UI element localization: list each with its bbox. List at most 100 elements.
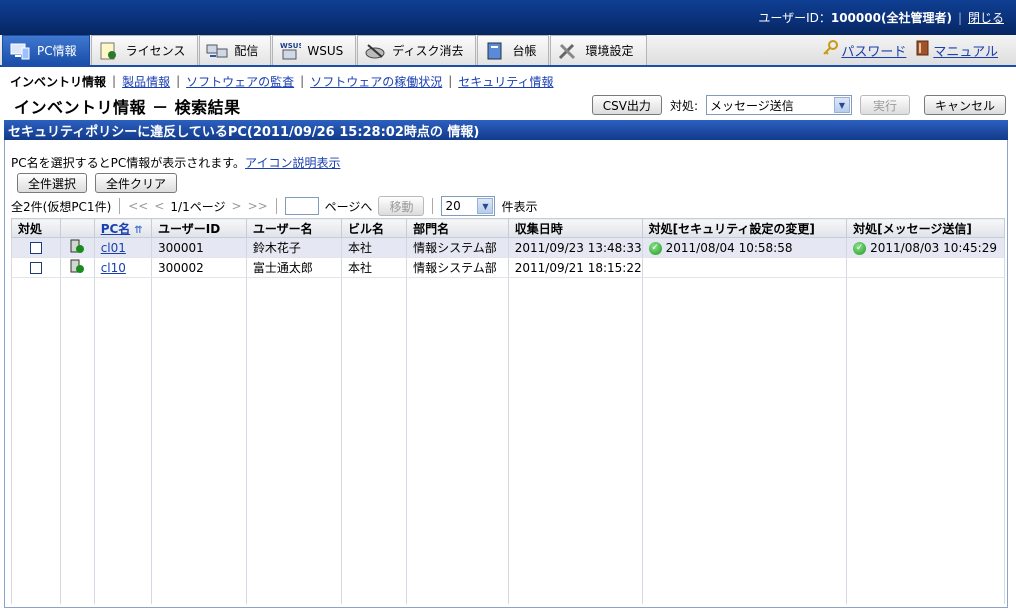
table-row: cl10 300002 富士通太郎 本社 情報システム部 2011/09/21 …: [10, 257, 1005, 278]
subnav-separator: |: [176, 74, 181, 88]
icon-legend-link[interactable]: アイコン説明表示: [245, 156, 340, 170]
tab-label: 配信: [234, 44, 259, 58]
user-id-value: 100000(全社管理者): [830, 11, 952, 25]
tab-distribution[interactable]: 配信: [199, 35, 272, 65]
manual-link-wrap: マニュアル: [916, 40, 998, 60]
key-icon: [822, 40, 839, 60]
pager-separator: [275, 198, 277, 214]
tab-pc-info[interactable]: PC情報: [2, 35, 90, 65]
col-building: ビル名: [341, 218, 408, 238]
tab-disk-erase[interactable]: ディスク消去: [357, 35, 477, 65]
tab-label: WSUS: [307, 43, 344, 58]
goto-page-button[interactable]: 移動: [378, 196, 425, 216]
filler-cell: [10, 277, 62, 604]
distribution-icon: [206, 41, 228, 61]
bulk-actions: 全件選択 全件クリア: [17, 173, 178, 193]
clear-all-button[interactable]: 全件クリア: [95, 173, 178, 193]
password-link[interactable]: パスワード: [841, 41, 906, 60]
settings-tools-icon: [557, 41, 579, 61]
subnav-security-info[interactable]: セキュリティ情報: [458, 73, 553, 90]
filler-cell: [641, 277, 848, 604]
filler-cell: [341, 277, 408, 604]
message-sent-date: 2011/08/03 10:45:29: [870, 240, 997, 255]
building-cell: 本社: [341, 237, 408, 258]
select-all-button[interactable]: 全件選択: [17, 173, 88, 193]
action-select[interactable]: メッセージ送信 ▼: [705, 95, 852, 115]
pc-status-icon: [69, 259, 85, 277]
subnav-software-audit[interactable]: ソフトウェアの監査: [186, 73, 294, 90]
tab-label: 環境設定: [585, 44, 634, 58]
first-page-icon[interactable]: <<: [128, 199, 148, 213]
user-id-label: ユーザーID：: [758, 11, 831, 25]
results-table: 対処 PC名 ⇈ ユーザーID ユーザー名 ビル名 部門名 収集日時 対処[セキュ…: [10, 218, 1005, 604]
security-change-cell: [641, 257, 848, 278]
message-sent-cell: [846, 257, 1005, 278]
collected-at-cell: 2011/09/21 18:15:22: [507, 257, 643, 278]
table-row: cl01 300001 鈴木花子 本社 情報システム部 2011/09/23 1…: [10, 237, 1005, 258]
subnav-separator: |: [300, 74, 305, 88]
per-page-label: 件表示: [501, 199, 538, 214]
manual-link[interactable]: マニュアル: [933, 41, 998, 60]
department-cell: 情報システム部: [406, 257, 509, 278]
sort-pc-name-link[interactable]: PC名: [101, 222, 131, 236]
section-header: セキュリティポリシーに違反しているPC(2011/09/26 15:28:02時…: [4, 120, 1008, 140]
per-page-select[interactable]: 20 ▼: [441, 196, 496, 216]
chevron-down-icon: ▼: [833, 97, 850, 113]
tab-license[interactable]: ライセンス: [90, 35, 199, 65]
ledger-icon: [484, 41, 506, 61]
security-change-date: 2011/08/04 10:58:58: [665, 240, 793, 255]
result-count: 全2件(仮想PC1件): [11, 199, 112, 214]
pc-name-cell: cl10: [93, 257, 152, 278]
user-name-cell: 鈴木花子: [245, 237, 343, 258]
cancel-button[interactable]: キャンセル: [923, 95, 1006, 115]
col-user-name: ユーザー名: [245, 218, 343, 238]
pc-status-icon-cell: [60, 257, 95, 278]
filler-cell: [846, 277, 1005, 604]
tab-ledger[interactable]: 台帳: [477, 35, 550, 65]
pc-status-icon: [69, 239, 85, 257]
pc-name-link[interactable]: cl10: [101, 261, 126, 275]
table-header-row: 対処 PC名 ⇈ ユーザーID ユーザー名 ビル名 部門名 収集日時 対処[セキュ…: [10, 218, 1005, 238]
info-text: PC名を選択するとPC情報が表示されます。: [11, 156, 246, 170]
tab-label: ライセンス: [125, 44, 186, 58]
filler-cell: [245, 277, 343, 604]
subnav-software-usage[interactable]: ソフトウェアの稼働状況: [310, 73, 442, 90]
pager-separator: [119, 198, 121, 214]
row-checkbox[interactable]: [30, 242, 43, 254]
pc-status-icon-cell: [60, 237, 95, 258]
security-change-cell: ✓ 2011/08/04 10:58:58: [641, 237, 848, 258]
col-pc-name[interactable]: PC名 ⇈: [93, 218, 152, 238]
subnav-current: インベントリ情報: [10, 74, 107, 89]
last-page-icon[interactable]: >>: [248, 199, 268, 213]
pc-name-link[interactable]: cl01: [101, 241, 126, 255]
user-id-cell: 300002: [150, 257, 247, 278]
filler-cell: [60, 277, 95, 604]
user-id-cell: 300001: [150, 237, 247, 258]
row-checkbox-cell: [10, 257, 62, 278]
check-circle-icon: ✓: [853, 241, 867, 255]
subnav-separator: |: [448, 74, 453, 88]
tab-label: ディスク消去: [392, 44, 464, 58]
col-action: 対処: [10, 218, 62, 238]
tab-label: PC情報: [37, 44, 77, 58]
tab-settings[interactable]: 環境設定: [550, 35, 647, 65]
subnav-product-info[interactable]: 製品情報: [122, 73, 170, 90]
row-checkbox[interactable]: [30, 262, 43, 274]
tab-wsus[interactable]: WSUS WSUS: [272, 35, 357, 65]
action-select-value: メッセージ送信: [709, 98, 794, 113]
prev-page-icon[interactable]: <: [154, 199, 164, 213]
csv-export-button[interactable]: CSV出力: [591, 95, 662, 115]
action-label: 対処:: [669, 98, 698, 113]
goto-page-input[interactable]: [284, 197, 319, 215]
pager-separator: [432, 198, 434, 214]
per-page-value: 20: [445, 199, 461, 213]
results-panel: PC名を選択するとPC情報が表示されます。アイコン説明表示 全件選択 全件クリア…: [4, 140, 1008, 608]
page-indicator: 1/1ページ: [170, 199, 226, 214]
next-page-icon[interactable]: >: [232, 199, 242, 213]
header-separator: |: [957, 10, 962, 25]
run-button[interactable]: 実行: [859, 95, 910, 115]
close-link[interactable]: 閉じる: [968, 9, 1004, 26]
title-row: インベントリ情報 － 検索結果 CSV出力 対処: メッセージ送信 ▼ 実行 キ…: [0, 94, 1016, 118]
col-department: 部門名: [406, 218, 509, 238]
message-sent-cell: ✓ 2011/08/03 10:45:29: [846, 237, 1005, 258]
